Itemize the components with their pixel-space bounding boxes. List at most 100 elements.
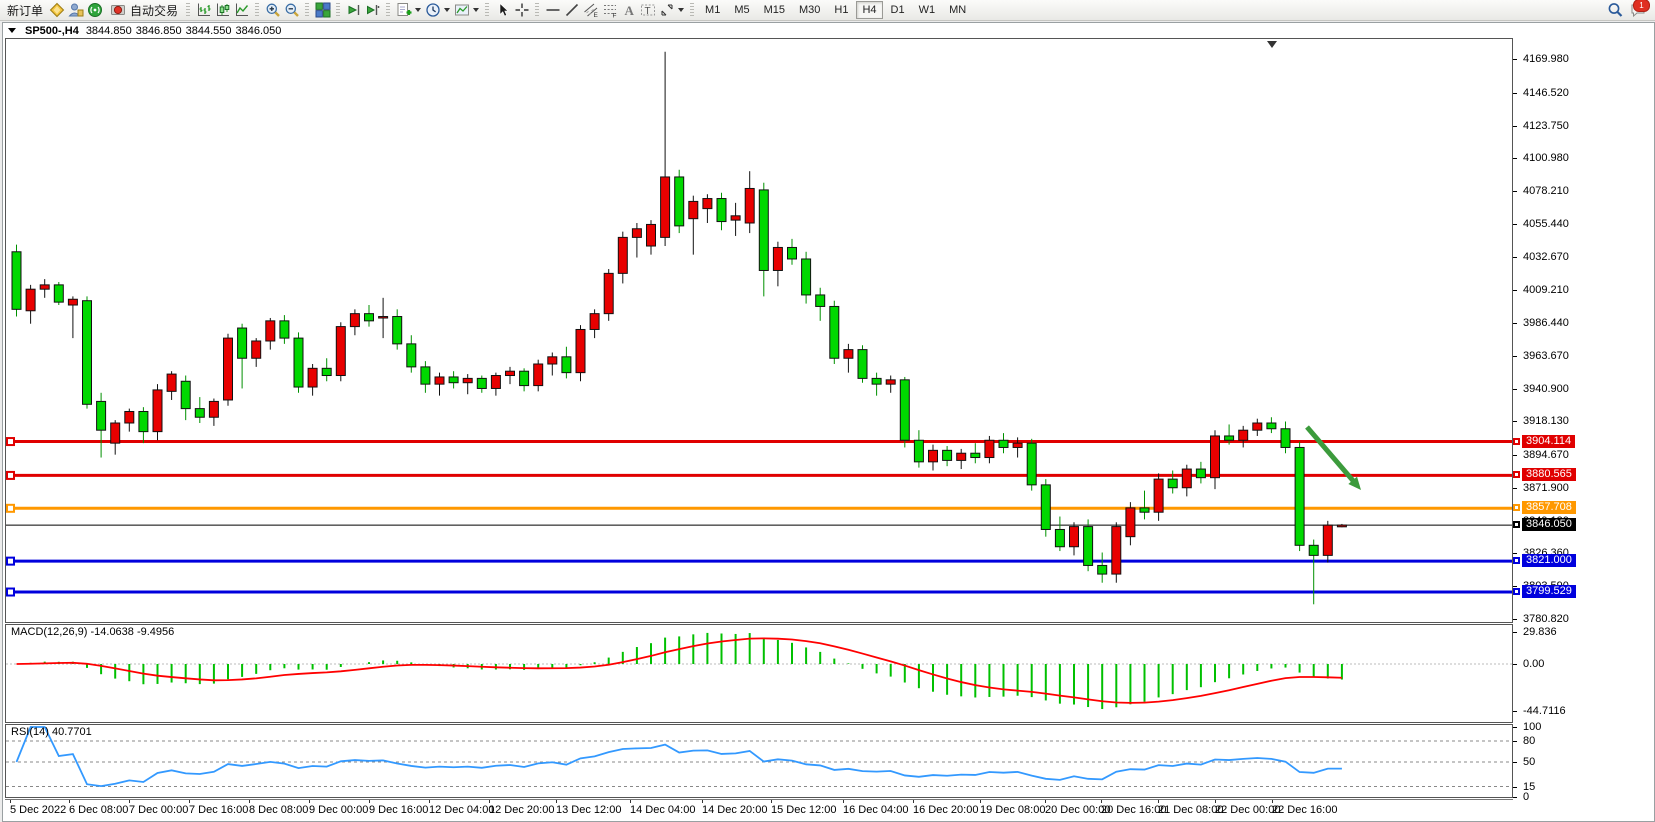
price-tag-handle[interactable] [1513, 557, 1520, 564]
rsi-pane[interactable] [5, 724, 1513, 798]
candle-body [957, 453, 966, 460]
level-handle[interactable] [7, 505, 14, 512]
candle-body [421, 367, 430, 384]
candle-body [1253, 423, 1262, 430]
candle-body [407, 344, 416, 367]
price-tag-handle[interactable] [1513, 521, 1520, 528]
timeframe-m15-button[interactable]: M15 [758, 1, 791, 19]
candle-body [1267, 423, 1276, 429]
toolbar-separator [690, 3, 694, 18]
price-tag-3857.708: 3857.708 [1522, 501, 1576, 514]
candle-body [844, 350, 853, 359]
tile-windows-icon[interactable] [314, 2, 331, 19]
market-depth-icon[interactable] [67, 2, 84, 19]
time-label: 19 Dec 08:00 [980, 804, 1045, 816]
time-axis[interactable]: 5 Dec 20226 Dec 08:007 Dec 00:007 Dec 16… [5, 799, 1513, 820]
text-icon[interactable]: A [620, 2, 637, 19]
cursor-icon[interactable] [494, 2, 511, 19]
horizontal-line-icon[interactable] [544, 2, 561, 19]
candle-body [1154, 479, 1163, 512]
candle-body [449, 377, 458, 383]
candle-body [1168, 479, 1177, 488]
candle-body [632, 229, 641, 238]
time-label: 16 Dec 04:00 [843, 804, 908, 816]
timeframe-h1-button[interactable]: H1 [828, 1, 854, 19]
dropdown-caret-icon[interactable] [415, 8, 421, 12]
period-clock-icon[interactable] [424, 2, 441, 19]
candle-body [477, 378, 486, 388]
price-tick: 4009.210 [1523, 284, 1569, 296]
candle-body [1239, 430, 1248, 440]
chart-area: SP500-,H4 3844.850 3846.850 3844.550 384… [2, 22, 1655, 822]
candle-body [97, 401, 106, 430]
zoom-out-icon[interactable] [283, 2, 300, 19]
timeframe-m5-button[interactable]: M5 [728, 1, 755, 19]
text-label-icon[interactable]: T [639, 2, 656, 19]
svg-text:T: T [644, 6, 650, 17]
level-handle[interactable] [7, 589, 14, 596]
price-tag-handle[interactable] [1513, 588, 1520, 595]
dropdown-caret-icon[interactable] [444, 8, 450, 12]
trend-line-icon[interactable] [563, 2, 580, 19]
arrows-icon[interactable] [658, 2, 675, 19]
chart-symbol-period: SP500-,H4 [25, 25, 79, 37]
equidistant-channel-icon[interactable]: E [582, 2, 599, 19]
candle-body [1182, 469, 1191, 488]
macd-pane[interactable] [5, 624, 1513, 723]
auto-scroll-icon[interactable] [345, 2, 362, 19]
bar-chart-icon[interactable] [195, 2, 212, 19]
search-icon[interactable] [1606, 2, 1623, 19]
timeframe-w1-button[interactable]: W1 [913, 1, 942, 19]
chart-menu-icon[interactable] [8, 28, 16, 33]
candle-body [111, 423, 120, 443]
rsi-tick: 80 [1523, 735, 1535, 747]
new-order-button[interactable]: 新订单 [3, 1, 47, 20]
signals-icon[interactable] [86, 2, 103, 19]
chat-button[interactable]: 1 [1628, 1, 1648, 19]
timeframe-m30-button[interactable]: M30 [793, 1, 826, 19]
time-label: 8 Dec 08:00 [249, 804, 308, 816]
price-tag-handle[interactable] [1513, 504, 1520, 511]
candle-body [1126, 508, 1135, 537]
timeframe-m1-button[interactable]: M1 [699, 1, 726, 19]
candle-body [788, 247, 797, 259]
candle-body [604, 273, 613, 313]
time-label: 22 Dec 00:00 [1215, 804, 1280, 816]
chart-shift-icon[interactable] [364, 2, 381, 19]
price-tick: 4055.440 [1523, 218, 1569, 230]
level-handle[interactable] [7, 558, 14, 565]
price-tag-3821.000: 3821.000 [1522, 554, 1576, 567]
price-tag-handle[interactable] [1513, 438, 1520, 445]
zoom-in-icon[interactable] [264, 2, 281, 19]
fibonacci-icon[interactable]: F [601, 2, 618, 19]
candle-body [40, 285, 49, 289]
crosshair-icon[interactable] [513, 2, 530, 19]
price-tag-handle[interactable] [1513, 471, 1520, 478]
candle-body [1295, 447, 1304, 545]
candle-body [1211, 436, 1220, 478]
new-chart-icon[interactable] [395, 2, 412, 19]
chart-titlebar[interactable]: SP500-,H4 3844.850 3846.850 3844.550 384… [3, 23, 1654, 38]
candle-body [83, 301, 92, 405]
candle-body [491, 376, 500, 389]
level-handle[interactable] [7, 472, 14, 479]
level-handle[interactable] [7, 438, 14, 445]
time-label: 7 Dec 00:00 [129, 804, 188, 816]
line-chart-icon[interactable] [233, 2, 250, 19]
auto-trading-button[interactable]: 自动交易 [104, 1, 182, 20]
new-order-label: 新订单 [7, 2, 43, 19]
price-axis[interactable]: 4169.9804146.5204123.7504100.9804078.210… [1513, 38, 1653, 818]
timeframe-mn-button[interactable]: MN [943, 1, 972, 19]
time-label: 9 Dec 00:00 [309, 804, 368, 816]
timeframe-d1-button[interactable]: D1 [885, 1, 911, 19]
dropdown-caret-icon[interactable] [473, 8, 479, 12]
symbols-list-icon[interactable] [48, 2, 65, 19]
timeframe-h4-button[interactable]: H4 [856, 1, 882, 19]
candle-body [54, 285, 63, 302]
chart-template-icon[interactable] [453, 2, 470, 19]
candlestick-chart-icon[interactable] [214, 2, 231, 19]
price-pane[interactable] [5, 38, 1513, 623]
svg-text:E: E [593, 12, 598, 18]
candle-body [379, 317, 388, 319]
price-tick: 4123.750 [1523, 120, 1569, 132]
